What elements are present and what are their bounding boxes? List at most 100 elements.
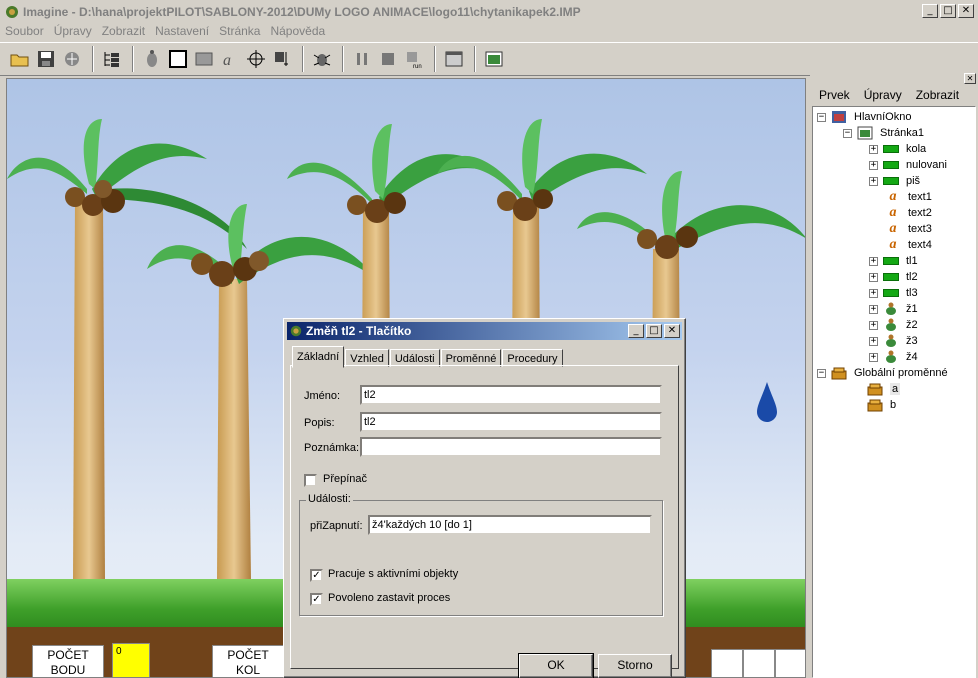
tab-zakladni[interactable]: Základní bbox=[292, 346, 345, 368]
green-button-icon bbox=[883, 270, 899, 284]
svg-text:a: a bbox=[223, 52, 231, 69]
stamp-tool-icon bbox=[275, 52, 288, 66]
expand-icon[interactable]: + bbox=[869, 176, 878, 186]
toolbar-separator bbox=[342, 46, 344, 72]
collapse-icon[interactable]: − bbox=[817, 368, 826, 378]
tree-node-button[interactable]: + kola bbox=[869, 141, 926, 157]
ok-button[interactable]: OK bbox=[518, 653, 594, 678]
allow-stop-checkbox[interactable]: ✓ bbox=[310, 593, 323, 606]
run-button[interactable]: run bbox=[402, 46, 426, 72]
tree-node-text[interactable]: a text1 bbox=[885, 189, 932, 205]
menu-upravy[interactable]: Úpravy bbox=[49, 22, 97, 40]
pause-button[interactable] bbox=[350, 46, 374, 72]
window-button[interactable] bbox=[442, 46, 466, 72]
tree-node-button[interactable]: + tl1 bbox=[869, 253, 918, 269]
tree-node-turtle[interactable]: + ž2 bbox=[869, 317, 918, 333]
tree-view-button[interactable] bbox=[100, 46, 124, 72]
tree-node-variable[interactable]: a bbox=[867, 381, 901, 397]
menu-stranka[interactable]: Stránka bbox=[214, 22, 265, 40]
text-object-icon: a bbox=[889, 237, 897, 252]
frame-button[interactable] bbox=[166, 46, 190, 72]
debug-button[interactable] bbox=[310, 46, 334, 72]
collapse-icon[interactable]: − bbox=[843, 128, 852, 138]
expand-icon[interactable]: + bbox=[869, 288, 878, 298]
network-button[interactable] bbox=[60, 46, 84, 72]
panel-close-button[interactable]: ✕ bbox=[964, 73, 976, 84]
water-drop-icon bbox=[757, 382, 777, 422]
turtle-button[interactable] bbox=[140, 46, 164, 72]
collapse-icon[interactable]: − bbox=[817, 112, 826, 122]
allow-stop-label: Povoleno zastavit proces bbox=[328, 592, 451, 604]
tree-node-button[interactable]: + nulovani bbox=[869, 157, 947, 173]
main-toolbar: a run bbox=[0, 42, 978, 76]
tree-node-label: ž4 bbox=[906, 351, 918, 363]
run-icon: run bbox=[407, 52, 422, 69]
toggle-checkbox[interactable] bbox=[304, 474, 317, 487]
expand-icon[interactable]: + bbox=[869, 320, 878, 330]
rectangle-button[interactable] bbox=[192, 46, 216, 72]
expand-icon[interactable]: + bbox=[869, 304, 878, 314]
save-button[interactable] bbox=[34, 46, 58, 72]
expand-icon[interactable]: + bbox=[869, 272, 878, 282]
tree-node-globals[interactable]: − Globální proměnné bbox=[817, 365, 948, 381]
score-value-box: 0 bbox=[112, 643, 150, 677]
debug-icon bbox=[313, 54, 331, 66]
maximize-button[interactable]: □ bbox=[940, 4, 956, 18]
object-tree: − HlavníOkno − Stránka1 + kola + nulovani + p… bbox=[812, 106, 976, 678]
green-button-icon bbox=[883, 174, 899, 188]
tree-node-button[interactable]: + piš bbox=[869, 173, 920, 189]
tree-node-text[interactable]: a text3 bbox=[885, 221, 932, 237]
menu-soubor[interactable]: Soubor bbox=[0, 22, 49, 40]
menu-zobrazit[interactable]: Zobrazit bbox=[97, 22, 150, 40]
text-tool-button[interactable]: a bbox=[218, 46, 242, 72]
active-objects-checkbox[interactable]: ✓ bbox=[310, 569, 323, 582]
main-window-icon bbox=[831, 110, 847, 124]
toolbar-separator bbox=[474, 46, 476, 72]
name-field[interactable]: tl2 bbox=[360, 385, 662, 405]
score-label-line2: BODU bbox=[50, 663, 86, 677]
tree-node-turtle[interactable]: + ž1 bbox=[869, 301, 918, 317]
expand-icon[interactable]: + bbox=[869, 256, 878, 266]
stop-button[interactable] bbox=[376, 46, 400, 72]
dialog-maximize-button[interactable]: □ bbox=[646, 324, 662, 338]
palm-tree bbox=[7, 119, 247, 579]
tree-node-turtle[interactable]: + ž4 bbox=[869, 349, 918, 365]
expand-icon[interactable]: + bbox=[869, 144, 878, 154]
menu-nastaveni[interactable]: Nastavení bbox=[150, 22, 214, 40]
stamp-tool-button[interactable] bbox=[270, 46, 294, 72]
tree-node-label: text1 bbox=[908, 191, 932, 203]
close-button[interactable]: ✕ bbox=[958, 4, 974, 18]
score-label-box: POČET BODU bbox=[32, 645, 104, 677]
tree-node-text[interactable]: a text4 bbox=[885, 237, 932, 253]
toolbar-separator bbox=[434, 46, 436, 72]
expand-icon[interactable]: + bbox=[869, 352, 878, 362]
note-label: Poznámka: bbox=[304, 442, 360, 454]
on-press-field[interactable]: ž4'každých 10 [do 1] bbox=[368, 515, 652, 535]
menu-napoveda[interactable]: Nápověda bbox=[265, 22, 330, 40]
toolbar-separator bbox=[92, 46, 94, 72]
panel-menu-upravy[interactable]: Úpravy bbox=[864, 88, 902, 102]
dialog-minimize-button[interactable]: _ bbox=[628, 324, 644, 338]
tree-node-page[interactable]: − Stránka1 bbox=[843, 125, 924, 141]
note-field[interactable] bbox=[360, 437, 662, 457]
page-button[interactable] bbox=[482, 46, 506, 72]
cancel-button[interactable]: Storno bbox=[598, 654, 672, 678]
expand-icon[interactable]: + bbox=[869, 336, 878, 346]
description-field[interactable]: tl2 bbox=[360, 412, 662, 432]
tree-node-root[interactable]: − HlavníOkno bbox=[817, 109, 911, 125]
tree-node-turtle[interactable]: + ž3 bbox=[869, 333, 918, 349]
expand-icon[interactable]: + bbox=[869, 160, 878, 170]
slider-tool-button[interactable] bbox=[244, 46, 268, 72]
tree-node-text[interactable]: a text2 bbox=[885, 205, 932, 221]
open-button[interactable] bbox=[8, 46, 32, 72]
dialog-close-button[interactable]: ✕ bbox=[664, 324, 680, 338]
dialog-titlebar: Změň tl2 - Tlačítko _ □ ✕ bbox=[287, 322, 682, 340]
panel-menu-zobrazit[interactable]: Zobrazit bbox=[916, 88, 959, 102]
minimize-button[interactable]: _ bbox=[922, 4, 938, 18]
tree-node-label: a bbox=[890, 383, 901, 395]
tree-node-button[interactable]: + tl3 bbox=[869, 285, 918, 301]
svg-text:run: run bbox=[413, 64, 422, 69]
tree-node-button[interactable]: + tl2 bbox=[869, 269, 918, 285]
panel-menu-prvek[interactable]: Prvek bbox=[819, 88, 850, 102]
tree-node-variable[interactable]: b bbox=[867, 397, 896, 413]
